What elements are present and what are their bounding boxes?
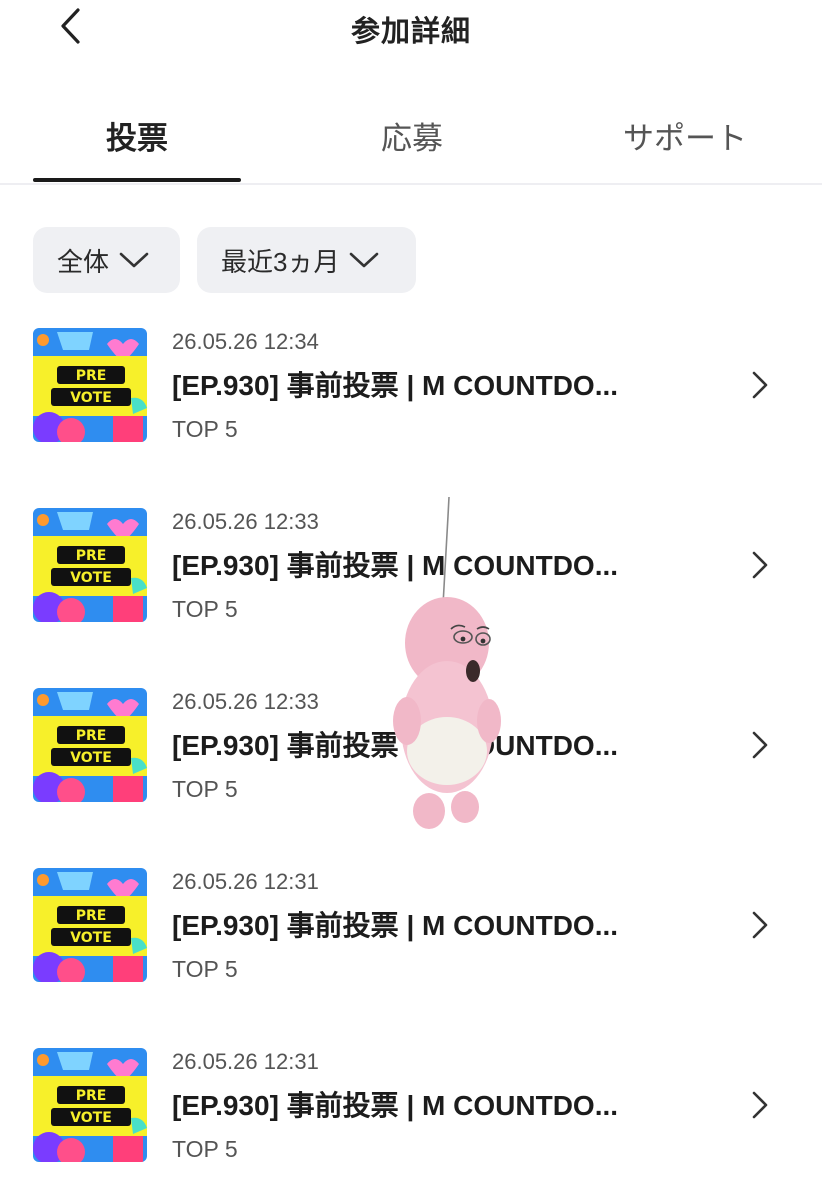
item-subtitle: TOP 5 xyxy=(172,1136,238,1162)
filter-bar: 全体 最近3ヵ月 xyxy=(33,227,416,293)
item-title: [EP.930] 事前投票 | M COUNTDO... xyxy=(172,910,619,941)
top-bar: 参加詳細 xyxy=(0,0,822,60)
chevron-right-icon xyxy=(748,368,772,402)
thumb-text-pre: PRE xyxy=(76,908,107,924)
tab-support[interactable]: サポート xyxy=(590,113,780,158)
item-title: [EP.930] 事前投票 | M COUNTDO... xyxy=(172,550,619,581)
item-title: [EP.930] 事前投票 | M COUNTDO... xyxy=(172,730,619,761)
tab-bar: 投票 応募 サポート xyxy=(0,95,822,185)
list-item[interactable]: PRE VOTE 26.05.26 12:33 [EP.930] 事前投票 | … xyxy=(0,500,822,630)
item-subtitle: TOP 5 xyxy=(172,416,238,442)
page-title: 参加詳細 xyxy=(350,16,471,48)
item-date: 26.05.26 12:34 xyxy=(172,329,319,354)
list-item[interactable]: PRE VOTE 26.05.26 12:34 [EP.930] 事前投票 | … xyxy=(0,320,822,450)
pre-vote-thumbnail: PRE VOTE xyxy=(33,868,147,982)
item-date: 26.05.26 12:31 xyxy=(172,869,319,894)
chevron-right-icon xyxy=(748,548,772,582)
chevron-right-icon xyxy=(748,1088,772,1122)
pre-vote-thumbnail: PRE VOTE xyxy=(33,1048,147,1162)
thumb-text-vote: VOTE xyxy=(70,1110,112,1126)
filter-period-dropdown[interactable]: 最近3ヵ月 xyxy=(197,227,416,293)
thumb-text-vote: VOTE xyxy=(70,930,112,946)
chevron-down-icon xyxy=(119,252,149,268)
item-subtitle: TOP 5 xyxy=(172,776,238,802)
filter-type-dropdown[interactable]: 全体 xyxy=(33,227,180,293)
thumb-text-vote: VOTE xyxy=(70,570,112,586)
pre-vote-thumbnail: PRE VOTE xyxy=(33,688,147,802)
thumb-text-vote: VOTE xyxy=(70,390,112,406)
chevron-down-icon xyxy=(350,252,379,268)
item-subtitle: TOP 5 xyxy=(172,956,238,982)
pre-vote-thumbnail: PRE VOTE xyxy=(33,328,147,442)
chevron-right-icon xyxy=(748,908,772,942)
item-subtitle: TOP 5 xyxy=(172,596,238,622)
thumb-text-pre: PRE xyxy=(76,1088,107,1104)
thumb-text-pre: PRE xyxy=(76,548,107,564)
pre-vote-thumbnail: PRE VOTE xyxy=(33,508,147,622)
thumb-text-vote: VOTE xyxy=(70,750,112,766)
filter-type-label: 全体 xyxy=(57,246,110,277)
item-title: [EP.930] 事前投票 | M COUNTDO... xyxy=(172,1090,619,1121)
list-item[interactable]: PRE VOTE 26.05.26 12:31 [EP.930] 事前投票 | … xyxy=(0,1040,822,1170)
item-date: 26.05.26 12:33 xyxy=(172,689,319,714)
tab-apply[interactable]: 応募 xyxy=(308,113,516,158)
thumb-text-pre: PRE xyxy=(76,728,107,744)
list-item[interactable]: PRE VOTE 26.05.26 12:31 [EP.930] 事前投票 | … xyxy=(0,860,822,990)
filter-period-label: 最近3ヵ月 xyxy=(221,246,340,277)
tab-vote[interactable]: 投票 xyxy=(33,113,241,158)
chevron-right-icon xyxy=(748,728,772,762)
item-date: 26.05.26 12:31 xyxy=(172,1049,319,1074)
thumb-text-pre: PRE xyxy=(76,368,107,384)
list-item[interactable]: PRE VOTE 26.05.26 12:33 [EP.930] 事前投票 | … xyxy=(0,680,822,810)
item-date: 26.05.26 12:33 xyxy=(172,509,319,534)
item-title: [EP.930] 事前投票 | M COUNTDO... xyxy=(172,370,619,401)
active-tab-indicator xyxy=(33,178,241,182)
